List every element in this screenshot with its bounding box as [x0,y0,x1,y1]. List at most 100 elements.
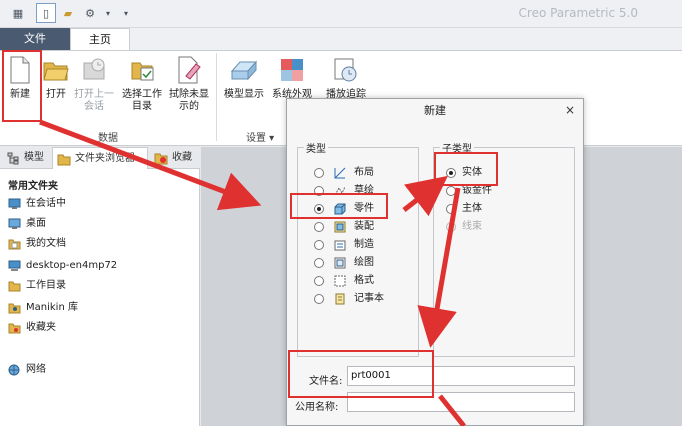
common-name-input[interactable] [347,392,575,412]
nav-item-label: 收藏夹 [26,322,56,333]
subtype-option-label: 线束 [462,221,482,232]
open-button[interactable]: 打开 [40,51,72,101]
radio-button[interactable] [314,186,324,196]
subtype-group-label: 子类型 [440,140,474,155]
type-option-label: 装配 [354,221,374,232]
regenerate-icon[interactable]: ⚙ [80,3,100,23]
open-last-session-icon [80,55,108,85]
nav-item-manikin-library[interactable]: Manikin 库 [8,299,78,317]
erase-not-displayed-label-2: 示的 [179,101,199,112]
new-file-icon [6,55,34,85]
folder-browser-icon [57,152,71,166]
nav-item-network[interactable]: 网络 [8,361,46,379]
nav-item-label: 桌面 [26,218,46,229]
radio-button[interactable] [446,186,456,196]
dropdown-icon[interactable]: ▾ [98,3,118,23]
nav-item-computer[interactable]: desktop-en4mp72 [8,257,117,275]
subtype-group: 子类型 实体 钣金件 主体 线束 [433,140,575,357]
type-option-label: 记事本 [354,293,384,304]
open-last-session-button[interactable]: 打开上一 会话 [72,51,116,113]
format-icon [334,275,346,287]
favorites-icon [8,322,21,334]
radio-button[interactable] [314,168,324,178]
tab-folder-browser[interactable]: 文件夹浏览器 [52,147,148,169]
settings-group-label[interactable]: 设置 ▾ [246,129,274,144]
customize-dropdown-icon[interactable]: ▾ [116,3,136,23]
radio-button[interactable] [314,276,324,286]
radio-button-disabled [446,222,456,232]
nav-item-in-session[interactable]: 在会话中 [8,195,66,213]
new-button[interactable]: 新建 [4,51,36,101]
radio-button[interactable] [314,258,324,268]
radio-button[interactable] [314,294,324,304]
computer-icon [8,260,21,272]
play-trail-icon [332,55,360,85]
app-logo-icon: ▦ [12,6,24,20]
in-session-icon [8,198,21,210]
new-file-icon[interactable]: ▯ [36,3,56,23]
type-group: 类型 布局 草绘 零件 装配 制造 绘图 格式 记事本 [297,140,419,357]
open-last-session-label-1: 打开上一 [74,89,114,100]
dialog-title: 新建 [424,104,446,117]
tab-favorites[interactable]: 收藏 [150,147,198,169]
my-documents-icon [8,238,21,250]
erase-not-displayed-icon [175,55,203,85]
new-dialog: 新建 × 类型 布局 草绘 零件 装配 制造 绘图 格式 记事本 子类型 实体 … [286,98,584,426]
model-display-icon [230,55,258,85]
open-last-session-label-2: 会话 [84,101,104,112]
system-appearance-button[interactable]: 系统外观 [270,51,314,101]
nav-item-desktop[interactable]: 桌面 [8,215,46,233]
tab-model[interactable]: 模型 [2,147,48,169]
open-button-label: 打开 [46,89,66,100]
filename-label: 文件名: [309,376,343,387]
notebook-icon [334,293,346,305]
nav-item-label: 工作目录 [26,280,66,291]
nav-item-favorites[interactable]: 收藏夹 [8,319,56,337]
open-folder-icon[interactable]: ▰ [58,3,78,23]
tab-home[interactable]: 主页 [70,28,130,50]
subtype-option-label: 钣金件 [462,185,492,196]
quick-access-toolbar: ▦ ▯ ▰ ⚙ ▾ ▾ Creo Parametric 5.0 [0,0,682,28]
select-working-dir-button[interactable]: 选择工作 目录 [120,51,164,113]
radio-button[interactable] [446,204,456,214]
radio-button-selected[interactable] [446,168,456,178]
radio-button-selected[interactable] [314,204,324,214]
open-folder-icon [42,55,70,85]
part-icon [334,203,346,215]
subtype-option-label: 主体 [462,203,482,214]
settings-group-label-text: 设置 [246,133,266,144]
nav-item-working-directory[interactable]: 工作目录 [8,277,66,295]
close-icon[interactable]: × [565,103,575,117]
filename-input[interactable]: prt0001 [347,366,575,386]
system-appearance-icon [278,55,306,85]
nav-item-my-documents[interactable]: 我的文档 [8,235,66,253]
nav-item-label: Manikin 库 [26,302,78,313]
select-working-dir-icon [128,55,156,85]
tab-file[interactable]: 文件 [0,28,70,50]
layout-icon [334,167,346,179]
tab-favorites-label: 收藏 [172,152,192,163]
erase-not-displayed-button[interactable]: 拭除未显 示的 [166,51,212,113]
network-icon [8,364,21,376]
common-folders-heading: 常用文件夹 [8,181,58,192]
select-working-dir-label-2: 目录 [132,101,152,112]
nav-item-label: 我的文档 [26,238,66,249]
common-name-label: 公用名称: [295,402,339,413]
model-display-label: 模型显示 [224,89,264,100]
radio-button[interactable] [314,240,324,250]
model-tree-icon [6,151,20,165]
model-display-button[interactable]: 模型显示 [220,51,268,101]
nav-item-label: 在会话中 [26,198,66,209]
nav-item-label: 网络 [26,364,46,375]
play-trail-button[interactable]: 播放追踪 [322,51,370,101]
favorites-tab-icon [154,151,168,165]
new-button-label: 新建 [10,89,30,100]
folder-browser-panel: 常用文件夹 在会话中 桌面 我的文档 desktop-en4mp72 工作目录 … [0,169,200,426]
tab-folder-browser-label: 文件夹浏览器 [75,153,135,164]
app-title: Creo Parametric 5.0 [518,6,638,20]
ribbon-tabs: 文件 主页 [0,28,682,50]
navigator-tabs: 模型 文件夹浏览器 收藏 [0,147,200,169]
manufacturing-icon [334,239,346,251]
working-directory-icon [8,280,21,292]
radio-button[interactable] [314,222,324,232]
